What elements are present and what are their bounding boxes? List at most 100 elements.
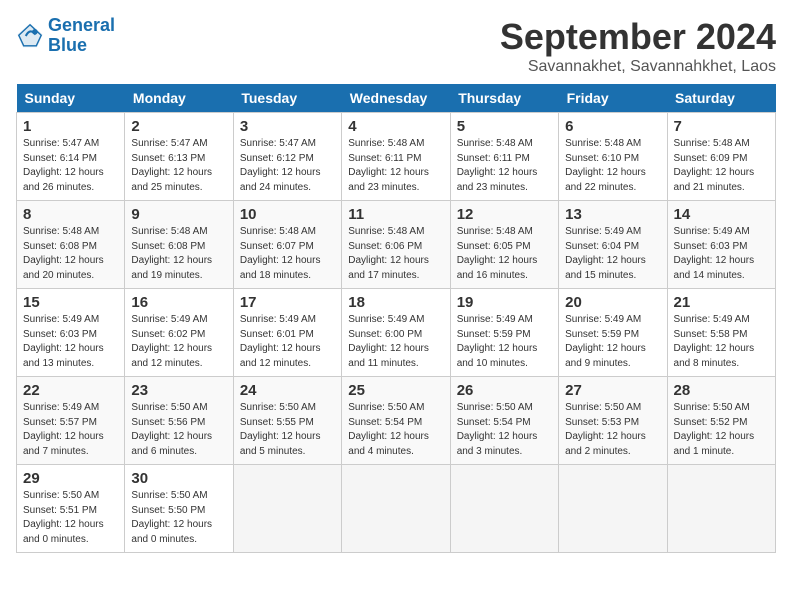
table-row: 23 Sunrise: 5:50 AMSunset: 5:56 PMDaylig…	[125, 377, 233, 465]
table-row: 3 Sunrise: 5:47 AMSunset: 6:12 PMDayligh…	[233, 113, 341, 201]
logo: General Blue	[16, 16, 115, 56]
day-detail: Sunrise: 5:49 AMSunset: 6:02 PMDaylight:…	[131, 314, 212, 369]
day-detail: Sunrise: 5:49 AMSunset: 5:59 PMDaylight:…	[457, 314, 538, 369]
day-number: 13	[565, 206, 660, 223]
day-detail: Sunrise: 5:49 AMSunset: 6:00 PMDaylight:…	[348, 314, 429, 369]
day-number: 18	[348, 294, 443, 311]
day-number: 14	[674, 206, 769, 223]
day-detail: Sunrise: 5:48 AMSunset: 6:05 PMDaylight:…	[457, 226, 538, 281]
col-monday: Monday	[125, 84, 233, 113]
logo-blue: Blue	[48, 35, 87, 55]
day-detail: Sunrise: 5:48 AMSunset: 6:09 PMDaylight:…	[674, 138, 755, 193]
day-number: 7	[674, 118, 769, 135]
day-number: 10	[240, 206, 335, 223]
day-detail: Sunrise: 5:49 AMSunset: 5:59 PMDaylight:…	[565, 314, 646, 369]
table-row	[667, 465, 775, 553]
day-detail: Sunrise: 5:50 AMSunset: 5:51 PMDaylight:…	[23, 490, 104, 545]
day-number: 20	[565, 294, 660, 311]
day-number: 21	[674, 294, 769, 311]
day-number: 8	[23, 206, 118, 223]
day-detail: Sunrise: 5:48 AMSunset: 6:10 PMDaylight:…	[565, 138, 646, 193]
table-row: 30 Sunrise: 5:50 AMSunset: 5:50 PMDaylig…	[125, 465, 233, 553]
table-row: 24 Sunrise: 5:50 AMSunset: 5:55 PMDaylig…	[233, 377, 341, 465]
table-row: 11 Sunrise: 5:48 AMSunset: 6:06 PMDaylig…	[342, 201, 450, 289]
day-number: 30	[131, 470, 226, 487]
logo-general: General	[48, 15, 115, 35]
calendar-week-row: 22 Sunrise: 5:49 AMSunset: 5:57 PMDaylig…	[17, 377, 776, 465]
day-number: 15	[23, 294, 118, 311]
col-saturday: Saturday	[667, 84, 775, 113]
day-detail: Sunrise: 5:48 AMSunset: 6:07 PMDaylight:…	[240, 226, 321, 281]
day-number: 3	[240, 118, 335, 135]
day-detail: Sunrise: 5:47 AMSunset: 6:14 PMDaylight:…	[23, 138, 104, 193]
day-number: 17	[240, 294, 335, 311]
col-thursday: Thursday	[450, 84, 558, 113]
table-row	[342, 465, 450, 553]
day-detail: Sunrise: 5:47 AMSunset: 6:12 PMDaylight:…	[240, 138, 321, 193]
table-row	[559, 465, 667, 553]
table-row: 25 Sunrise: 5:50 AMSunset: 5:54 PMDaylig…	[342, 377, 450, 465]
day-number: 12	[457, 206, 552, 223]
table-row: 13 Sunrise: 5:49 AMSunset: 6:04 PMDaylig…	[559, 201, 667, 289]
table-row: 19 Sunrise: 5:49 AMSunset: 5:59 PMDaylig…	[450, 289, 558, 377]
day-detail: Sunrise: 5:47 AMSunset: 6:13 PMDaylight:…	[131, 138, 212, 193]
day-detail: Sunrise: 5:50 AMSunset: 5:52 PMDaylight:…	[674, 402, 755, 457]
day-detail: Sunrise: 5:49 AMSunset: 6:03 PMDaylight:…	[23, 314, 104, 369]
day-number: 2	[131, 118, 226, 135]
day-detail: Sunrise: 5:50 AMSunset: 5:53 PMDaylight:…	[565, 402, 646, 457]
title-section: September 2024 Savannakhet, Savannahkhet…	[500, 16, 776, 76]
day-number: 9	[131, 206, 226, 223]
table-row: 16 Sunrise: 5:49 AMSunset: 6:02 PMDaylig…	[125, 289, 233, 377]
calendar-week-row: 8 Sunrise: 5:48 AMSunset: 6:08 PMDayligh…	[17, 201, 776, 289]
day-detail: Sunrise: 5:49 AMSunset: 5:58 PMDaylight:…	[674, 314, 755, 369]
col-wednesday: Wednesday	[342, 84, 450, 113]
day-number: 28	[674, 382, 769, 399]
day-number: 27	[565, 382, 660, 399]
table-row: 15 Sunrise: 5:49 AMSunset: 6:03 PMDaylig…	[17, 289, 125, 377]
table-row: 28 Sunrise: 5:50 AMSunset: 5:52 PMDaylig…	[667, 377, 775, 465]
table-row: 5 Sunrise: 5:48 AMSunset: 6:11 PMDayligh…	[450, 113, 558, 201]
month-title: September 2024	[500, 16, 776, 58]
day-number: 24	[240, 382, 335, 399]
day-detail: Sunrise: 5:49 AMSunset: 6:01 PMDaylight:…	[240, 314, 321, 369]
table-row: 4 Sunrise: 5:48 AMSunset: 6:11 PMDayligh…	[342, 113, 450, 201]
table-row: 6 Sunrise: 5:48 AMSunset: 6:10 PMDayligh…	[559, 113, 667, 201]
calendar-week-row: 1 Sunrise: 5:47 AMSunset: 6:14 PMDayligh…	[17, 113, 776, 201]
table-row: 2 Sunrise: 5:47 AMSunset: 6:13 PMDayligh…	[125, 113, 233, 201]
day-number: 26	[457, 382, 552, 399]
table-row: 29 Sunrise: 5:50 AMSunset: 5:51 PMDaylig…	[17, 465, 125, 553]
table-row: 8 Sunrise: 5:48 AMSunset: 6:08 PMDayligh…	[17, 201, 125, 289]
calendar-table: Sunday Monday Tuesday Wednesday Thursday…	[16, 84, 776, 553]
table-row: 20 Sunrise: 5:49 AMSunset: 5:59 PMDaylig…	[559, 289, 667, 377]
day-detail: Sunrise: 5:48 AMSunset: 6:08 PMDaylight:…	[23, 226, 104, 281]
table-row: 27 Sunrise: 5:50 AMSunset: 5:53 PMDaylig…	[559, 377, 667, 465]
day-detail: Sunrise: 5:48 AMSunset: 6:08 PMDaylight:…	[131, 226, 212, 281]
table-row	[233, 465, 341, 553]
day-detail: Sunrise: 5:50 AMSunset: 5:55 PMDaylight:…	[240, 402, 321, 457]
day-number: 5	[457, 118, 552, 135]
day-number: 1	[23, 118, 118, 135]
table-row	[450, 465, 558, 553]
day-number: 25	[348, 382, 443, 399]
day-detail: Sunrise: 5:50 AMSunset: 5:56 PMDaylight:…	[131, 402, 212, 457]
day-detail: Sunrise: 5:50 AMSunset: 5:54 PMDaylight:…	[457, 402, 538, 457]
day-detail: Sunrise: 5:50 AMSunset: 5:54 PMDaylight:…	[348, 402, 429, 457]
table-row: 22 Sunrise: 5:49 AMSunset: 5:57 PMDaylig…	[17, 377, 125, 465]
day-detail: Sunrise: 5:49 AMSunset: 5:57 PMDaylight:…	[23, 402, 104, 457]
table-row: 18 Sunrise: 5:49 AMSunset: 6:00 PMDaylig…	[342, 289, 450, 377]
header: General Blue September 2024 Savannakhet,…	[16, 16, 776, 76]
table-row: 9 Sunrise: 5:48 AMSunset: 6:08 PMDayligh…	[125, 201, 233, 289]
table-row: 14 Sunrise: 5:49 AMSunset: 6:03 PMDaylig…	[667, 201, 775, 289]
table-row: 7 Sunrise: 5:48 AMSunset: 6:09 PMDayligh…	[667, 113, 775, 201]
day-number: 4	[348, 118, 443, 135]
table-row: 17 Sunrise: 5:49 AMSunset: 6:01 PMDaylig…	[233, 289, 341, 377]
table-row: 1 Sunrise: 5:47 AMSunset: 6:14 PMDayligh…	[17, 113, 125, 201]
day-number: 29	[23, 470, 118, 487]
day-number: 22	[23, 382, 118, 399]
col-tuesday: Tuesday	[233, 84, 341, 113]
day-detail: Sunrise: 5:48 AMSunset: 6:06 PMDaylight:…	[348, 226, 429, 281]
day-detail: Sunrise: 5:49 AMSunset: 6:03 PMDaylight:…	[674, 226, 755, 281]
day-number: 6	[565, 118, 660, 135]
day-number: 23	[131, 382, 226, 399]
calendar-week-row: 15 Sunrise: 5:49 AMSunset: 6:03 PMDaylig…	[17, 289, 776, 377]
